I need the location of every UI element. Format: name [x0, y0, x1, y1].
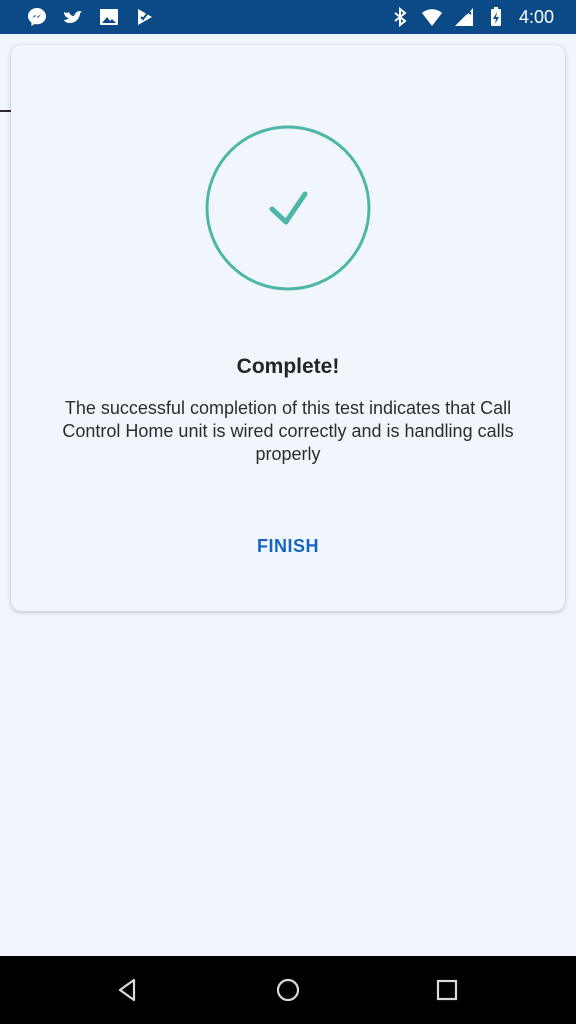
- navigation-bar: [0, 956, 576, 1024]
- wifi-icon: [421, 9, 442, 26]
- recents-icon[interactable]: [433, 976, 461, 1004]
- status-bar: 4:00: [0, 0, 576, 34]
- battery-charging-icon: [490, 7, 501, 26]
- dialog-message: The successful completion of this test i…: [62, 398, 514, 464]
- dialog-title: Complete!: [236, 355, 340, 378]
- home-icon[interactable]: [274, 976, 302, 1004]
- system-icons: 4:00: [389, 6, 554, 28]
- cellular-no-signal-icon: [454, 8, 473, 26]
- notification-icons: [26, 6, 156, 28]
- check-app-icon: [138, 9, 152, 25]
- back-icon[interactable]: [114, 976, 142, 1004]
- status-time: 4:00: [518, 7, 554, 27]
- image-icon: [100, 9, 118, 25]
- bluetooth-icon: [394, 6, 407, 28]
- finish-button[interactable]: FINISH: [228, 525, 348, 567]
- completion-dialog: Complete! The successful completion of t…: [11, 45, 565, 611]
- bird-icon: [64, 11, 82, 23]
- messenger-icon: [28, 8, 46, 26]
- check-circle-icon: [205, 125, 371, 291]
